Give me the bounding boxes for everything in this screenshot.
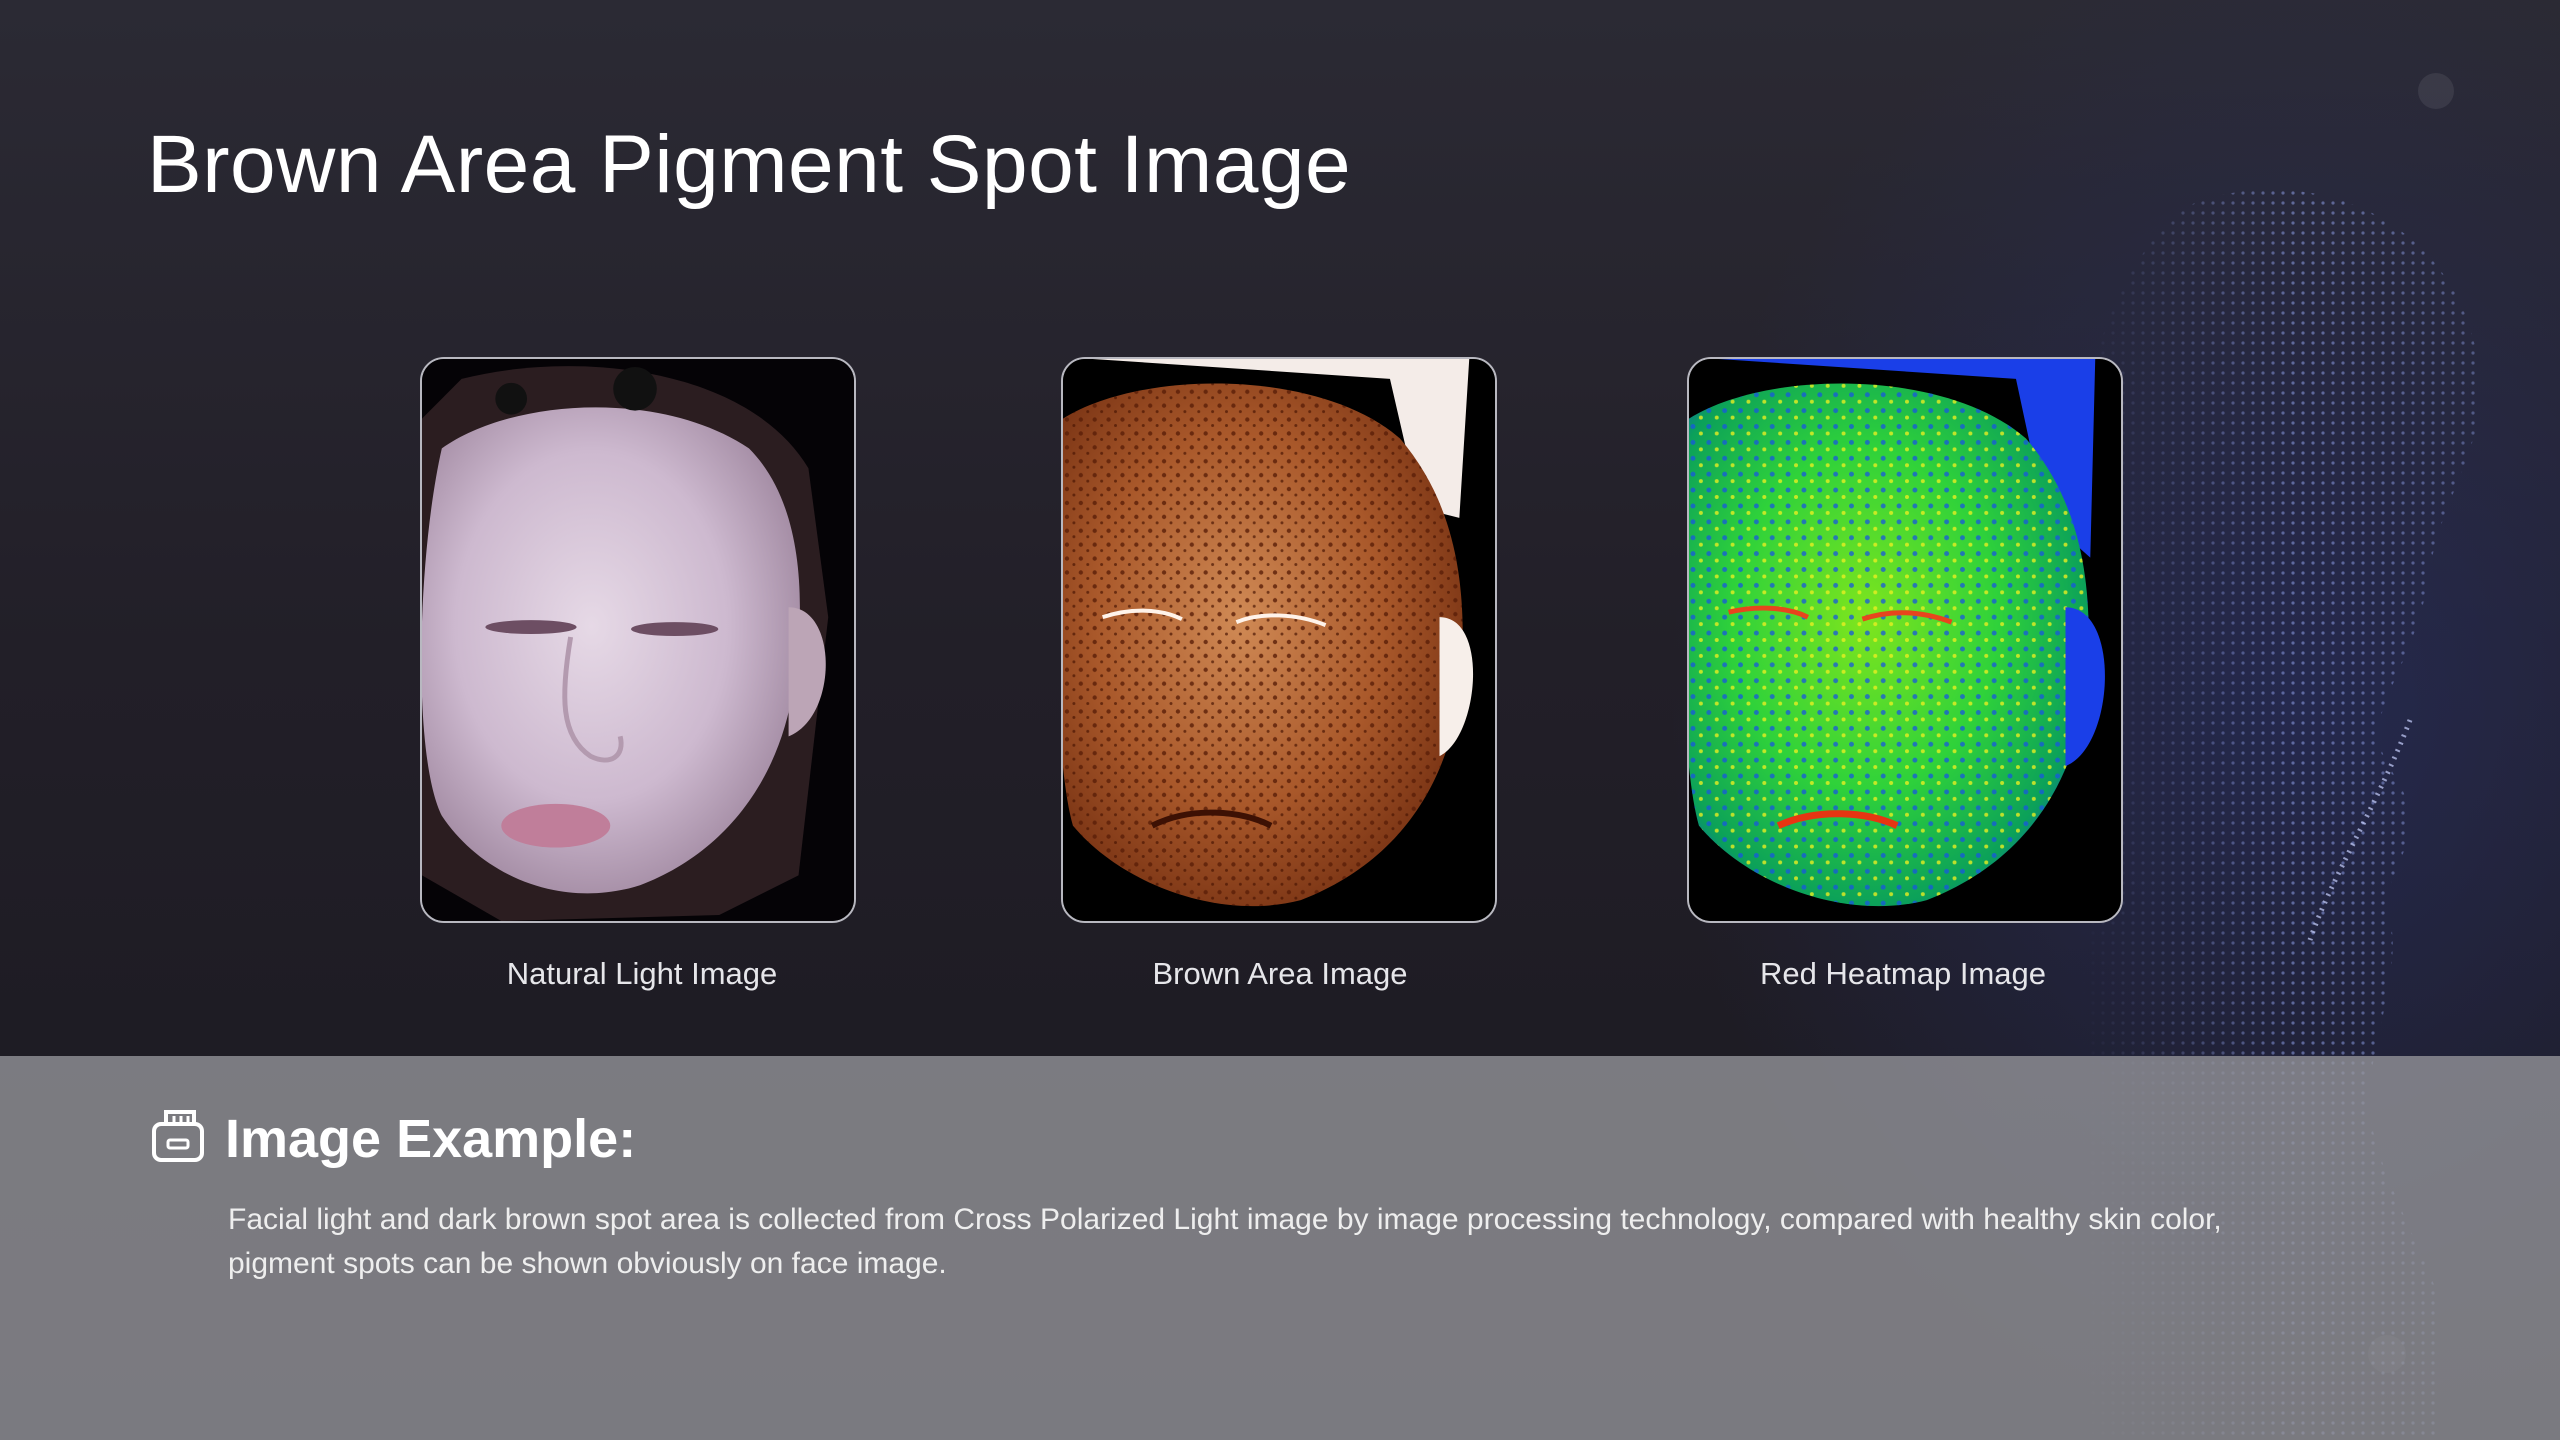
brown-area-image-card: [1061, 357, 1497, 923]
slide: Brown Area Pigment Spot Image Natural Li…: [0, 0, 2560, 1440]
page-title: Brown Area Pigment Spot Image: [147, 119, 1352, 210]
image-caption: Red Heatmap Image: [1759, 956, 2047, 991]
document-icon: [152, 1110, 204, 1162]
decorative-dot: [2418, 73, 2454, 109]
image-caption: Natural Light Image: [506, 956, 778, 991]
red-heatmap-face-photo: [1689, 359, 2121, 921]
natural-light-image-card: [420, 357, 856, 923]
red-heatmap-image-card: [1687, 357, 2123, 923]
example-description: Facial light and dark brown spot area is…: [228, 1203, 2222, 1280]
example-heading: Image Example:: [225, 1109, 637, 1169]
brown-area-face-photo: [1063, 359, 1495, 921]
natural-light-face-photo: [422, 359, 854, 921]
image-caption: Brown Area Image: [1152, 956, 1408, 991]
